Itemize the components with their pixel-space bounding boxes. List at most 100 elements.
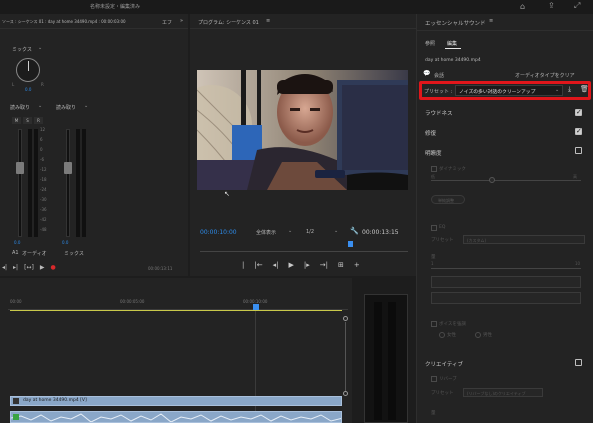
program-panel-title[interactable]: プログラム: シーケンス 01 [198, 19, 259, 26]
video-frame[interactable] [197, 70, 408, 190]
program-mini-ruler[interactable] [200, 246, 408, 252]
ch2-mode[interactable]: 読み取り [56, 104, 76, 111]
ch1-mode[interactable]: 読み取り [10, 104, 30, 111]
fullscreen-icon[interactable]: ⤢ [574, 1, 580, 11]
preset-dropdown[interactable]: ノイズの多い対話のクリーンアップ ⌄ [455, 85, 563, 96]
meter-tick: -30 [40, 197, 47, 202]
ch2-value[interactable]: 0.0 [62, 240, 68, 245]
save-preset-icon[interactable]: ⤓ [568, 85, 571, 94]
dynamics-slider-track[interactable] [431, 180, 581, 181]
row-repair-label[interactable]: 修復 [425, 129, 436, 137]
go-to-in-icon[interactable]: |← [254, 261, 262, 269]
essential-menu-icon[interactable]: ≡ [489, 18, 493, 24]
step-forward-icon[interactable]: |▸ [304, 261, 310, 269]
resolution-dropdown[interactable]: 1/2 [306, 229, 314, 235]
timeline-scroll-track[interactable] [345, 322, 346, 392]
insert-icon[interactable]: ⊞ [338, 261, 344, 269]
record-button[interactable]: R [34, 117, 43, 124]
mark-in-icon[interactable]: | [242, 261, 244, 269]
program-playhead[interactable] [348, 241, 353, 247]
creative-label[interactable]: クリエイティブ [425, 360, 463, 368]
step-forward-icon[interactable]: ▸| [13, 264, 18, 271]
fader-1-track[interactable] [18, 129, 22, 237]
chevron-down-icon[interactable]: ⌄ [38, 45, 42, 51]
tab-edit[interactable]: 編集 [447, 40, 457, 47]
pan-knob[interactable] [16, 58, 40, 82]
eq-preset-value: (カスタム) [467, 238, 487, 243]
reverb-label: リバーブ [439, 377, 457, 382]
clip-name: day at home 34490.mp4 [V] [23, 398, 87, 403]
play-icon[interactable]: ▶ [288, 261, 293, 269]
clear-audio-type-link[interactable]: オーディオタイプをクリア [515, 72, 575, 79]
fit-dropdown[interactable]: 全体表示 [256, 229, 276, 236]
panel-overflow-icon[interactable]: » [180, 18, 183, 24]
fader-2-handle[interactable] [64, 162, 72, 174]
reverb-preset-dropdown[interactable]: (リバーブなし)のクリエイティブ [463, 388, 543, 397]
source-panel-title[interactable]: ソース : シーケンス 01 : day at home 34490.mp4 :… [2, 19, 126, 25]
row-clarity-checkbox[interactable] [575, 147, 582, 154]
go-to-out-icon[interactable]: →| [320, 261, 328, 269]
ch2-mode-chevron-icon[interactable]: ⌄ [84, 103, 88, 109]
voice-female-radio[interactable] [439, 332, 445, 338]
row-clarity-label[interactable]: 明瞭度 [425, 149, 442, 157]
voice-enhance-checkbox[interactable] [431, 321, 437, 327]
record-icon[interactable]: ● [50, 264, 55, 271]
panel-divider [0, 28, 188, 29]
essential-sound-title[interactable]: エッセンシャルサウンド [425, 19, 486, 27]
voice-male-label: 男性 [483, 333, 492, 338]
fit-chevron-icon[interactable]: ⌄ [288, 228, 292, 234]
meter-2-left [76, 129, 80, 237]
add-button-icon[interactable]: + [354, 261, 360, 269]
row-loudness-label[interactable]: ラウドネス [425, 109, 453, 117]
timeline-scroll-handle-top[interactable] [343, 316, 348, 321]
master-meter-frame [364, 294, 408, 423]
mute-solo-record-buttons: M S R [12, 117, 46, 125]
eq-amount-track[interactable] [431, 268, 581, 269]
fader-2-track[interactable] [66, 129, 70, 237]
eq-preset-dropdown[interactable]: (カスタム) [463, 235, 585, 244]
fader-1-handle[interactable] [16, 162, 24, 174]
home-icon[interactable]: ⌂ [520, 2, 525, 11]
simple-adjust-label: 単純調整 [438, 198, 454, 203]
dialogue-icon: 💬 [423, 70, 431, 77]
work-area-bar[interactable] [10, 310, 342, 311]
reverb-checkbox[interactable] [431, 376, 437, 382]
meter-1-left [28, 129, 32, 237]
program-menu-icon[interactable]: ≡ [266, 18, 270, 24]
simple-adjust-button[interactable]: 単純調整 [431, 195, 465, 204]
audio-clip[interactable] [10, 411, 342, 423]
eq-label: EQ [439, 225, 446, 230]
loop-icon[interactable]: [↔] [24, 264, 34, 271]
meter-tick: -36 [40, 207, 47, 212]
knob-value[interactable]: 0.0 [25, 87, 31, 92]
dynamics-slider-thumb[interactable] [489, 177, 495, 183]
row-repair-checkbox[interactable] [575, 127, 582, 135]
voice-enhance-label: ボイスを強調 [439, 322, 466, 327]
eq-checkbox[interactable] [431, 225, 437, 231]
meter-tick: 12 [40, 127, 46, 132]
voice-male-radio[interactable] [475, 332, 481, 338]
solo-button[interactable]: S [23, 117, 32, 124]
step-back-icon[interactable]: ◂| [2, 264, 7, 271]
delete-preset-icon[interactable]: 🗑 [580, 85, 589, 93]
ch1-value[interactable]: 0.0 [14, 240, 20, 245]
step-back-icon[interactable]: ◂| [273, 261, 279, 269]
share-icon[interactable]: ⇪ [548, 1, 555, 10]
mute-button[interactable]: M [12, 117, 21, 124]
creative-checkbox[interactable] [575, 359, 582, 366]
program-current-time[interactable]: 00:00:10:00 [200, 229, 237, 236]
ch1-mode-chevron-icon[interactable]: ⌄ [38, 103, 42, 109]
play-icon[interactable]: ▶ [40, 264, 45, 271]
source-tab-effects[interactable]: エフ [162, 19, 172, 26]
timeline-scroll-handle-bottom[interactable] [343, 391, 348, 396]
tab-browse[interactable]: 参照 [425, 40, 435, 47]
row-loudness-checkbox[interactable] [575, 108, 582, 116]
panel-divider [190, 28, 416, 29]
video-clip[interactable]: day at home 34490.mp4 [V] [10, 396, 342, 406]
wrench-icon[interactable]: 🔧 [350, 227, 359, 235]
dynamics-checkbox[interactable] [431, 166, 437, 172]
res-chevron-icon[interactable]: ⌄ [334, 228, 338, 234]
eq-graph-2 [431, 292, 581, 304]
master-meters [356, 278, 414, 423]
timeline-ruler[interactable] [8, 292, 348, 310]
